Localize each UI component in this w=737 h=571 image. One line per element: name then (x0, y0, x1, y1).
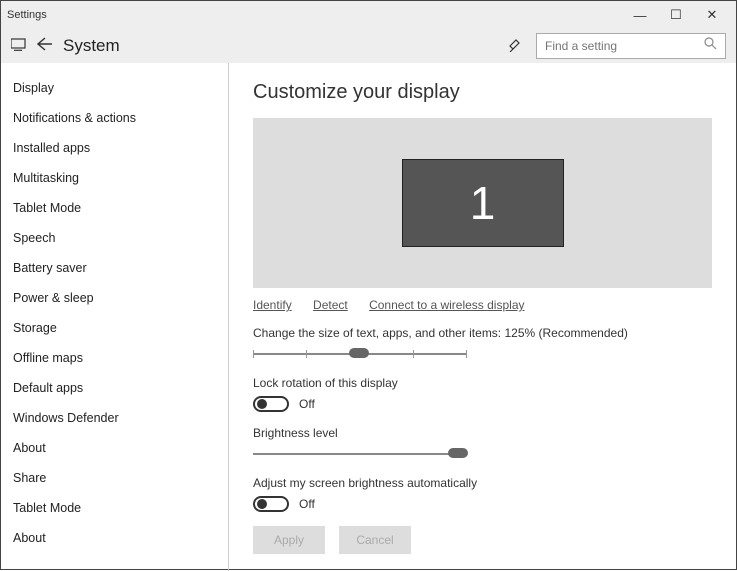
search-box[interactable] (536, 33, 726, 59)
page-title: System (63, 36, 508, 56)
connect-wireless-link[interactable]: Connect to a wireless display (369, 298, 524, 312)
cancel-button[interactable]: Cancel (339, 526, 411, 554)
maximize-button[interactable]: ☐ (658, 7, 694, 23)
close-button[interactable]: ✕ (694, 7, 730, 23)
identify-link[interactable]: Identify (253, 298, 292, 312)
lock-rotation-label: Lock rotation of this display (253, 376, 712, 390)
minimize-button[interactable]: — (622, 8, 658, 23)
pin-icon[interactable] (508, 38, 522, 55)
sidebar-item-about[interactable]: About (1, 433, 228, 463)
scale-slider[interactable] (253, 346, 467, 362)
sidebar: Display Notifications & actions Installe… (1, 63, 229, 571)
sidebar-item-multitasking[interactable]: Multitasking (1, 163, 228, 193)
main-heading: Customize your display (253, 81, 712, 104)
back-icon[interactable] (37, 37, 53, 55)
auto-brightness-label: Adjust my screen brightness automaticall… (253, 476, 712, 490)
auto-brightness-state: Off (299, 497, 315, 511)
scale-label: Change the size of text, apps, and other… (253, 326, 712, 340)
lock-rotation-state: Off (299, 397, 315, 411)
sidebar-item-display[interactable]: Display (1, 73, 228, 103)
home-icon[interactable] (11, 38, 27, 55)
lock-rotation-toggle[interactable] (253, 396, 289, 412)
sidebar-item-installed-apps[interactable]: Installed apps (1, 133, 228, 163)
auto-brightness-toggle[interactable] (253, 496, 289, 512)
sidebar-item-power-sleep[interactable]: Power & sleep (1, 283, 228, 313)
detect-link[interactable]: Detect (313, 298, 348, 312)
sidebar-item-about-2[interactable]: About (1, 523, 228, 553)
monitor-arrangement-area[interactable]: 1 (253, 118, 712, 288)
main-panel: Customize your display 1 Identify Detect… (229, 63, 736, 571)
sidebar-item-offline-maps[interactable]: Offline maps (1, 343, 228, 373)
sidebar-item-tablet-mode[interactable]: Tablet Mode (1, 193, 228, 223)
monitor-1[interactable]: 1 (402, 159, 564, 247)
sidebar-item-notifications[interactable]: Notifications & actions (1, 103, 228, 133)
sidebar-item-storage[interactable]: Storage (1, 313, 228, 343)
titlebar: Settings — ☐ ✕ (1, 1, 736, 29)
brightness-slider[interactable] (253, 446, 467, 462)
display-links: Identify Detect Connect to a wireless di… (253, 298, 712, 312)
apply-button[interactable]: Apply (253, 526, 325, 554)
header: System (1, 29, 736, 63)
search-input[interactable] (545, 39, 704, 53)
sidebar-item-default-apps[interactable]: Default apps (1, 373, 228, 403)
search-icon (704, 37, 717, 55)
window-title: Settings (7, 9, 47, 21)
sidebar-item-share[interactable]: Share (1, 463, 228, 493)
brightness-label: Brightness level (253, 426, 712, 440)
sidebar-item-speech[interactable]: Speech (1, 223, 228, 253)
sidebar-item-windows-defender[interactable]: Windows Defender (1, 403, 228, 433)
sidebar-item-battery-saver[interactable]: Battery saver (1, 253, 228, 283)
sidebar-item-tablet-mode-2[interactable]: Tablet Mode (1, 493, 228, 523)
